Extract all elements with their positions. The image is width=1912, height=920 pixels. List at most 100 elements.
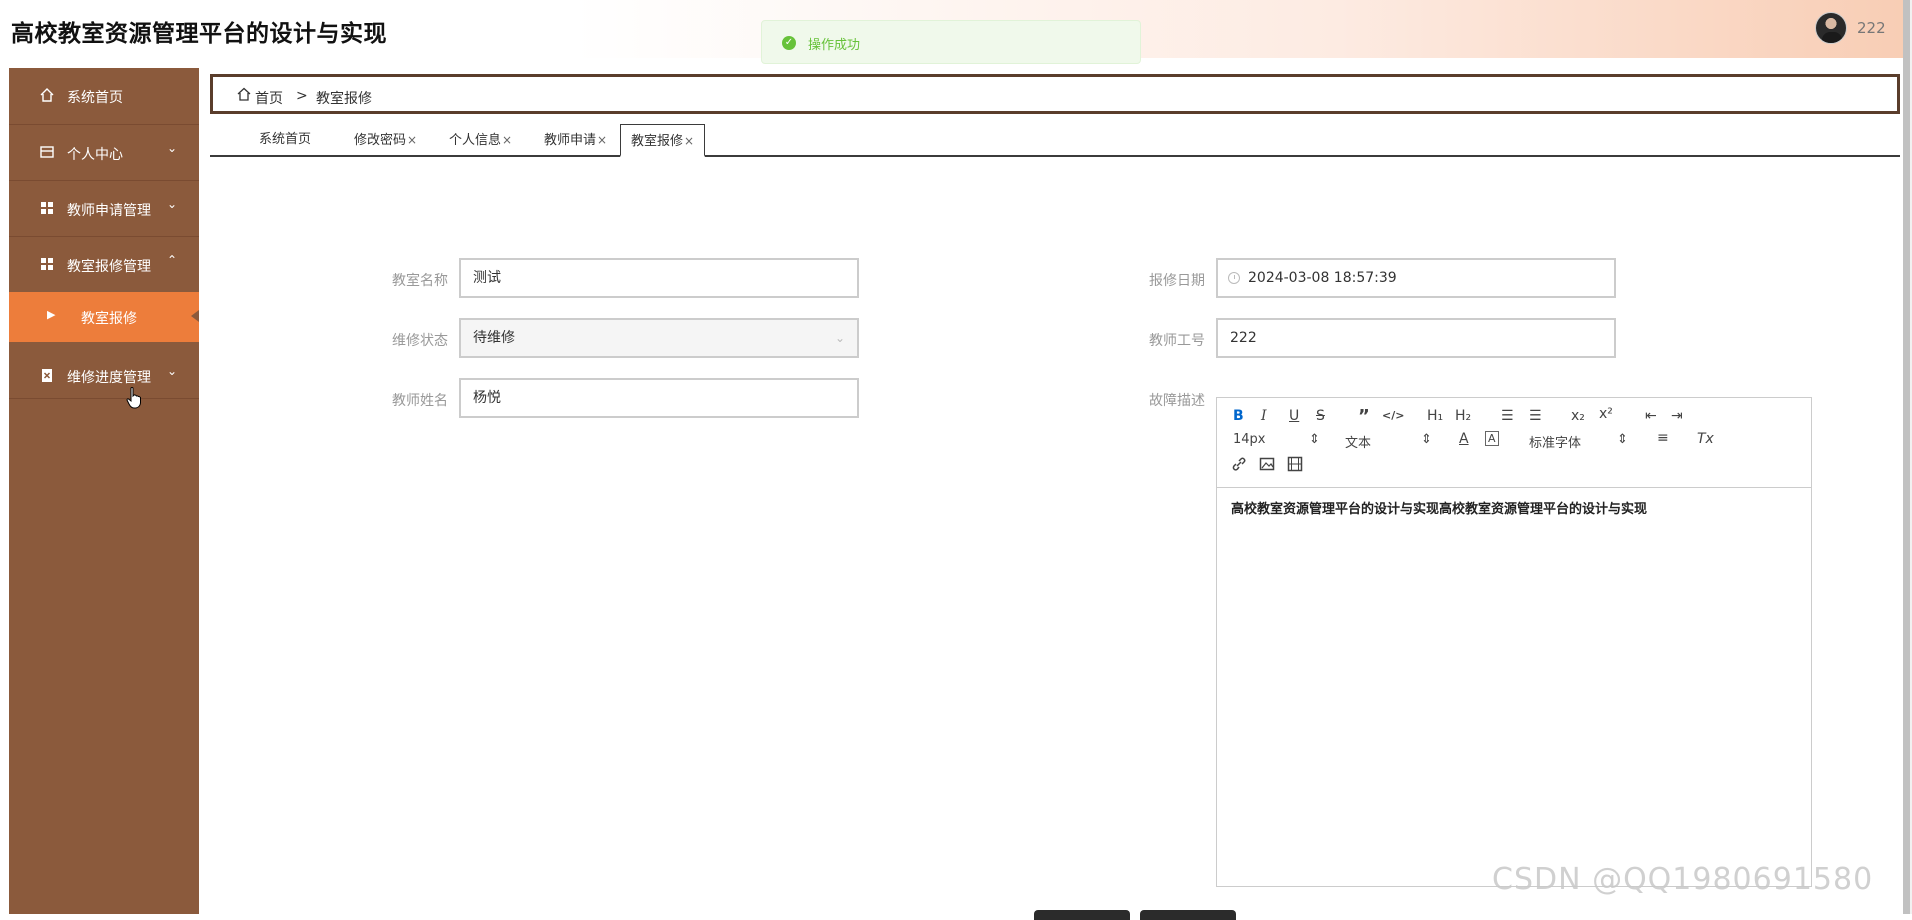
- tab-label: 系统首页: [259, 132, 312, 147]
- submit-button[interactable]: [1034, 910, 1130, 920]
- video-icon[interactable]: [1287, 456, 1303, 476]
- editor-content[interactable]: 高校教室资源管理平台的设计与实现高校教室资源管理平台的设计与实现: [1231, 498, 1647, 517]
- close-icon[interactable]: ×: [502, 133, 512, 147]
- repair-date-label: 报修日期: [1149, 273, 1205, 289]
- page-scrollbar[interactable]: [1903, 0, 1912, 914]
- strikethrough-button[interactable]: S: [1316, 408, 1325, 424]
- close-icon[interactable]: ×: [597, 133, 607, 147]
- updown-icon: ⇕: [1617, 432, 1628, 447]
- success-check-icon: ✓: [782, 36, 796, 50]
- caret-right-icon: ▶: [47, 308, 56, 321]
- active-indicator: [191, 310, 199, 322]
- font-family-select[interactable]: 标准字体: [1529, 432, 1581, 451]
- code-block-button[interactable]: </>: [1382, 409, 1404, 422]
- tab-label: 教室报修: [631, 134, 684, 149]
- chevron-down-icon: ⌄: [834, 331, 845, 345]
- classroom-name-label: 教室名称: [392, 273, 448, 289]
- tab-classroom-repair[interactable]: 教室报修×: [620, 124, 706, 157]
- sidebar-subitem-classroom-repair[interactable]: ▶ 教室报修: [9, 292, 199, 342]
- align-button[interactable]: ≡: [1657, 430, 1669, 446]
- sidebar-item-personal-center[interactable]: 个人中心 ⌄: [9, 125, 199, 181]
- heading1-button[interactable]: H₁: [1427, 408, 1443, 424]
- tab-label: 修改密码: [354, 133, 407, 148]
- repair-date-picker[interactable]: 2024-03-08 18:57:39: [1216, 258, 1616, 298]
- clock-icon: [1228, 272, 1240, 284]
- breadcrumb-separator: >: [296, 88, 308, 104]
- chevron-down-icon: ⌄: [167, 141, 178, 155]
- text-type-select[interactable]: 文本: [1345, 432, 1371, 451]
- clipboard-icon: [39, 367, 55, 383]
- username[interactable]: 222: [1857, 19, 1886, 37]
- sidebar-item-repair-progress[interactable]: 维修进度管理 ⌄: [9, 348, 199, 404]
- watermark: CSDN @QQ1980691580: [1492, 862, 1874, 897]
- sidebar-item-classroom-repair[interactable]: 教室报修管理 ⌃: [9, 237, 199, 293]
- sidebar-item-label: 维修进度管理: [67, 370, 151, 386]
- blockquote-button[interactable]: ”: [1358, 406, 1370, 427]
- breadcrumb-home[interactable]: 首页: [255, 88, 283, 108]
- breadcrumb: 首页 > 教室报修: [210, 74, 1900, 114]
- sidebar-menu: 系统首页 个人中心 ⌄ 教师申请管理 ⌄ 教室报修管理 ⌃ ▶ 教室报修 维修进…: [9, 68, 199, 914]
- tab-teacher-application[interactable]: 教师申请×: [544, 124, 607, 156]
- sidebar-item-label: 教师申请管理: [67, 203, 151, 219]
- grid-icon: [39, 200, 55, 216]
- editor-toolbar: B I U S ” </> H₁ H₂ ☰ ☰ x₂ x² ⇤ ⇥ 14px ⇕…: [1217, 398, 1811, 488]
- underline-button[interactable]: U: [1289, 408, 1299, 424]
- repair-status-select[interactable]: 待维修 ⌄: [459, 318, 859, 358]
- image-icon[interactable]: [1259, 456, 1275, 476]
- toast-message: 操作成功: [808, 38, 861, 53]
- updown-icon: ⇕: [1309, 432, 1320, 447]
- teacher-name-input[interactable]: 杨悦: [459, 378, 859, 418]
- italic-button[interactable]: I: [1261, 408, 1267, 424]
- card-icon: [39, 144, 55, 160]
- cancel-button[interactable]: [1140, 910, 1236, 920]
- fault-description-label: 故障描述: [1149, 393, 1205, 409]
- hand-cursor-icon: [126, 387, 141, 409]
- bullet-list-button[interactable]: ☰: [1529, 408, 1542, 424]
- tab-label: 教师申请: [544, 133, 597, 148]
- chevron-down-icon: ⌄: [167, 364, 178, 378]
- heading2-button[interactable]: H₂: [1455, 408, 1471, 424]
- sidebar-subitem-label: 教室报修: [81, 311, 137, 327]
- font-color-icon[interactable]: A: [1459, 431, 1469, 447]
- teacher-name-label: 教师姓名: [392, 393, 448, 409]
- fault-description-editor[interactable]: B I U S ” </> H₁ H₂ ☰ ☰ x₂ x² ⇤ ⇥ 14px ⇕…: [1216, 397, 1812, 887]
- link-icon[interactable]: [1231, 456, 1247, 476]
- home-icon: [237, 87, 251, 101]
- teacher-id-label: 教师工号: [1149, 333, 1205, 349]
- outdent-button[interactable]: ⇤: [1645, 408, 1657, 424]
- updown-icon: ⇕: [1421, 432, 1432, 447]
- subscript-button[interactable]: x₂: [1571, 408, 1585, 424]
- chevron-up-icon: ⌃: [167, 253, 178, 267]
- app-title: 高校教室资源管理平台的设计与实现: [11, 21, 387, 47]
- user-avatar[interactable]: [1815, 12, 1847, 44]
- repair-status-label: 维修状态: [392, 333, 448, 349]
- scrollbar-thumb[interactable]: [1903, 0, 1910, 914]
- sidebar-item-home[interactable]: 系统首页: [9, 68, 199, 124]
- repair-status-value: 待维修: [473, 330, 515, 346]
- close-icon[interactable]: ×: [684, 134, 694, 148]
- tab-personal-info[interactable]: 个人信息×: [449, 124, 512, 156]
- sidebar-item-label: 个人中心: [67, 147, 123, 163]
- success-toast: ✓ 操作成功: [761, 20, 1141, 64]
- teacher-id-input[interactable]: 222: [1216, 318, 1616, 358]
- sidebar-item-label: 教室报修管理: [67, 259, 151, 275]
- sidebar-item-teacher-application[interactable]: 教师申请管理 ⌄: [9, 181, 199, 237]
- sidebar-item-label: 系统首页: [67, 90, 123, 106]
- close-icon[interactable]: ×: [407, 133, 417, 147]
- chevron-down-icon: ⌄: [167, 197, 178, 211]
- repair-date-value: 2024-03-08 18:57:39: [1248, 270, 1397, 286]
- tab-system-home[interactable]: 系统首页: [259, 124, 311, 156]
- breadcrumb-current: 教室报修: [316, 91, 372, 107]
- clear-format-button[interactable]: Tx: [1697, 431, 1714, 447]
- classroom-name-input[interactable]: 测试: [459, 258, 859, 298]
- tab-change-password[interactable]: 修改密码×: [354, 124, 417, 156]
- tab-label: 个人信息: [449, 133, 502, 148]
- superscript-button[interactable]: x²: [1599, 406, 1613, 422]
- background-color-icon[interactable]: A: [1485, 431, 1499, 446]
- indent-button[interactable]: ⇥: [1671, 408, 1683, 424]
- bold-button[interactable]: B: [1233, 408, 1244, 424]
- grid-icon: [39, 256, 55, 272]
- font-size-select[interactable]: 14px: [1233, 432, 1266, 447]
- home-icon: [39, 87, 55, 103]
- ordered-list-button[interactable]: ☰: [1501, 408, 1514, 424]
